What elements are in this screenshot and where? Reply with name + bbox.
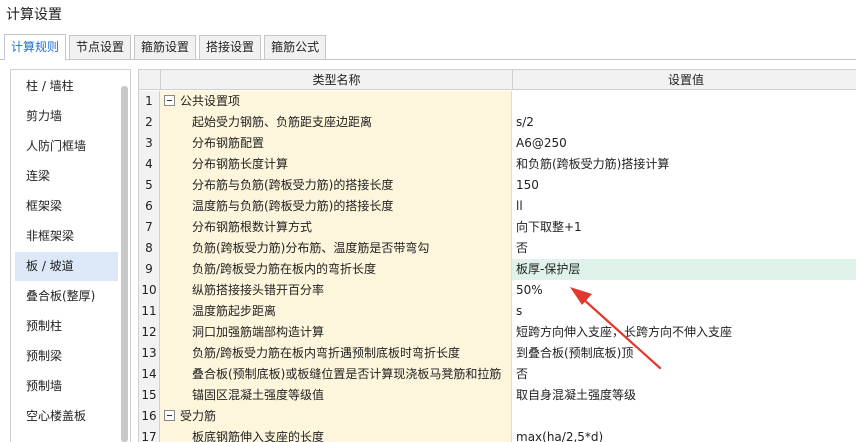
row-number: 15 bbox=[139, 385, 160, 406]
row-name: 温度筋起步距离 bbox=[160, 301, 512, 322]
row-name: 板底钢筋伸入支座的长度 bbox=[160, 427, 512, 442]
table-row[interactable]: 5 分布筋与负筋(跨板受力筋)的搭接长度 150 bbox=[139, 175, 856, 196]
row-number: 16 bbox=[139, 406, 160, 427]
row-number: 10 bbox=[139, 280, 160, 301]
sidebar-item-shear-wall[interactable]: 剪力墙 bbox=[15, 102, 118, 131]
sidebar-item-non-frame-beam[interactable]: 非框架梁 bbox=[15, 222, 118, 251]
row-value[interactable]: 板厚-保护层 bbox=[512, 259, 856, 280]
tab-stirrup-formula[interactable]: 箍筋公式 bbox=[264, 35, 327, 59]
row-number: 5 bbox=[139, 175, 160, 196]
row-number: 17 bbox=[139, 427, 160, 442]
group-label: 公共设置项 bbox=[180, 94, 241, 108]
table-row[interactable]: 8 负筋(跨板受力筋)分布筋、温度筋是否带弯勾 否 bbox=[139, 238, 856, 259]
tab-panel: 柱 / 墙柱 剪力墙 人防门框墙 连梁 框架梁 非框架梁 板 / 坡道 叠合板(… bbox=[0, 59, 856, 442]
row-value[interactable]: 取自身混凝土强度等级 bbox=[512, 385, 856, 406]
row-number: 9 bbox=[139, 259, 160, 280]
row-name: 分布筋与负筋(跨板受力筋)的搭接长度 bbox=[160, 175, 512, 196]
row-name: 温度筋与负筋(跨板受力筋)的搭接长度 bbox=[160, 196, 512, 217]
table-row[interactable]: 14 叠合板(预制底板)或板缝位置是否计算现浇板马凳筋和拉筋 否 bbox=[139, 364, 856, 385]
group-label: 受力筋 bbox=[180, 409, 217, 423]
collapse-icon[interactable] bbox=[164, 410, 175, 421]
sidebar-item-composite-slab[interactable]: 叠合板(整厚) bbox=[15, 282, 118, 311]
table-row[interactable]: 10 纵筋搭接接头错开百分率 50% bbox=[139, 280, 856, 301]
row-value[interactable]: 到叠合板(预制底板)顶 bbox=[512, 343, 856, 364]
sidebar-item-precast-beam[interactable]: 预制梁 bbox=[15, 342, 118, 371]
settings-table: 类型名称 设置值 1 公共设置项 2 起始受力钢筋、负筋距支座边距离 s/2 3… bbox=[138, 69, 856, 442]
row-number: 3 bbox=[139, 133, 160, 154]
tab-stirrup-settings[interactable]: 箍筋设置 bbox=[134, 35, 197, 59]
row-value[interactable] bbox=[512, 91, 856, 112]
row-value[interactable]: 50% bbox=[512, 280, 856, 301]
row-value[interactable]: 否 bbox=[512, 364, 856, 385]
window-title: 计算设置 bbox=[6, 7, 62, 23]
row-value[interactable]: 和负筋(跨板受力筋)搭接计算 bbox=[512, 154, 856, 175]
row-value[interactable]: 否 bbox=[512, 238, 856, 259]
tab-node-settings[interactable]: 节点设置 bbox=[69, 35, 132, 59]
collapse-icon[interactable] bbox=[164, 95, 175, 106]
row-value[interactable]: A6@250 bbox=[512, 133, 856, 154]
row-value[interactable]: s/2 bbox=[512, 112, 856, 133]
row-value[interactable]: 向下取整+1 bbox=[512, 217, 856, 238]
sidebar-item-frame-beam[interactable]: 框架梁 bbox=[15, 192, 118, 221]
row-value[interactable]: max(ha/2,5*d) bbox=[512, 427, 856, 442]
table-row[interactable]: 17 板底钢筋伸入支座的长度 max(ha/2,5*d) bbox=[139, 427, 856, 442]
row-name: 分布钢筋根数计算方式 bbox=[160, 217, 512, 238]
table-row[interactable]: 3 分布钢筋配置 A6@250 bbox=[139, 133, 856, 154]
table-row[interactable]: 6 温度筋与负筋(跨板受力筋)的搭接长度 ll bbox=[139, 196, 856, 217]
table-row[interactable]: 12 洞口加强筋端部构造计算 短跨方向伸入支座，长跨方向不伸入支座 bbox=[139, 322, 856, 343]
table-row-group[interactable]: 1 公共设置项 bbox=[139, 91, 856, 112]
table-row[interactable]: 11 温度筋起步距离 s bbox=[139, 301, 856, 322]
row-name: 分布钢筋配置 bbox=[160, 133, 512, 154]
tab-bar: 计算规则 节点设置 箍筋设置 搭接设置 箍筋公式 bbox=[4, 34, 329, 60]
row-value[interactable] bbox=[512, 406, 856, 427]
table-row[interactable]: 15 锚固区混凝土强度等级值 取自身混凝土强度等级 bbox=[139, 385, 856, 406]
row-name: 叠合板(预制底板)或板缝位置是否计算现浇板马凳筋和拉筋 bbox=[160, 364, 512, 385]
row-number: 14 bbox=[139, 364, 160, 385]
row-number: 1 bbox=[139, 91, 160, 112]
table-row-group[interactable]: 16 受力筋 bbox=[139, 406, 856, 427]
column-header-name: 类型名称 bbox=[160, 70, 512, 90]
sidebar-scrollbar[interactable] bbox=[121, 86, 128, 442]
row-number: 6 bbox=[139, 196, 160, 217]
row-name: 负筋/跨板受力筋在板内的弯折长度 bbox=[160, 259, 512, 280]
row-value[interactable]: 短跨方向伸入支座，长跨方向不伸入支座 bbox=[512, 322, 856, 343]
table-row[interactable]: 4 分布钢筋长度计算 和负筋(跨板受力筋)搭接计算 bbox=[139, 154, 856, 175]
sidebar-item-coupling-beam[interactable]: 连梁 bbox=[15, 162, 118, 191]
row-number: 8 bbox=[139, 238, 160, 259]
row-value[interactable]: 150 bbox=[512, 175, 856, 196]
sidebar-item-civil-defense-door-wall[interactable]: 人防门框墙 bbox=[15, 132, 118, 161]
sidebar-item-hollow-floor-slab[interactable]: 空心楼盖板 bbox=[15, 402, 118, 431]
sidebar-item-precast-wall[interactable]: 预制墙 bbox=[15, 372, 118, 401]
row-number: 2 bbox=[139, 112, 160, 133]
column-header-value: 设置值 bbox=[512, 70, 856, 90]
table-row[interactable]: 7 分布钢筋根数计算方式 向下取整+1 bbox=[139, 217, 856, 238]
row-name: 负筋/跨板受力筋在板内弯折遇预制底板时弯折长度 bbox=[160, 343, 512, 364]
row-number: 7 bbox=[139, 217, 160, 238]
row-name: 受力筋 bbox=[160, 406, 512, 427]
sidebar-item-precast-column[interactable]: 预制柱 bbox=[15, 312, 118, 341]
sidebar-item-column[interactable]: 柱 / 墙柱 bbox=[15, 72, 118, 101]
row-name: 起始受力钢筋、负筋距支座边距离 bbox=[160, 112, 512, 133]
row-number: 11 bbox=[139, 301, 160, 322]
row-number: 12 bbox=[139, 322, 160, 343]
table-row[interactable]: 13 负筋/跨板受力筋在板内弯折遇预制底板时弯折长度 到叠合板(预制底板)顶 bbox=[139, 343, 856, 364]
row-number: 4 bbox=[139, 154, 160, 175]
row-value[interactable]: ll bbox=[512, 196, 856, 217]
row-name: 公共设置项 bbox=[160, 91, 512, 112]
component-list: 柱 / 墙柱 剪力墙 人防门框墙 连梁 框架梁 非框架梁 板 / 坡道 叠合板(… bbox=[10, 69, 131, 442]
row-name: 分布钢筋长度计算 bbox=[160, 154, 512, 175]
tab-lap-settings[interactable]: 搭接设置 bbox=[199, 35, 262, 59]
row-value[interactable]: s bbox=[512, 301, 856, 322]
column-header-index bbox=[139, 70, 160, 90]
table-row[interactable]: 2 起始受力钢筋、负筋距支座边距离 s/2 bbox=[139, 112, 856, 133]
row-number: 13 bbox=[139, 343, 160, 364]
row-name: 负筋(跨板受力筋)分布筋、温度筋是否带弯勾 bbox=[160, 238, 512, 259]
table-row-selected[interactable]: 9 负筋/跨板受力筋在板内的弯折长度 板厚-保护层 bbox=[139, 259, 856, 280]
row-name: 洞口加强筋端部构造计算 bbox=[160, 322, 512, 343]
sidebar-item-slab-ramp[interactable]: 板 / 坡道 bbox=[15, 252, 118, 281]
row-name: 纵筋搭接接头错开百分率 bbox=[160, 280, 512, 301]
tab-calc-rules[interactable]: 计算规则 bbox=[4, 34, 67, 60]
row-name: 锚固区混凝土强度等级值 bbox=[160, 385, 512, 406]
